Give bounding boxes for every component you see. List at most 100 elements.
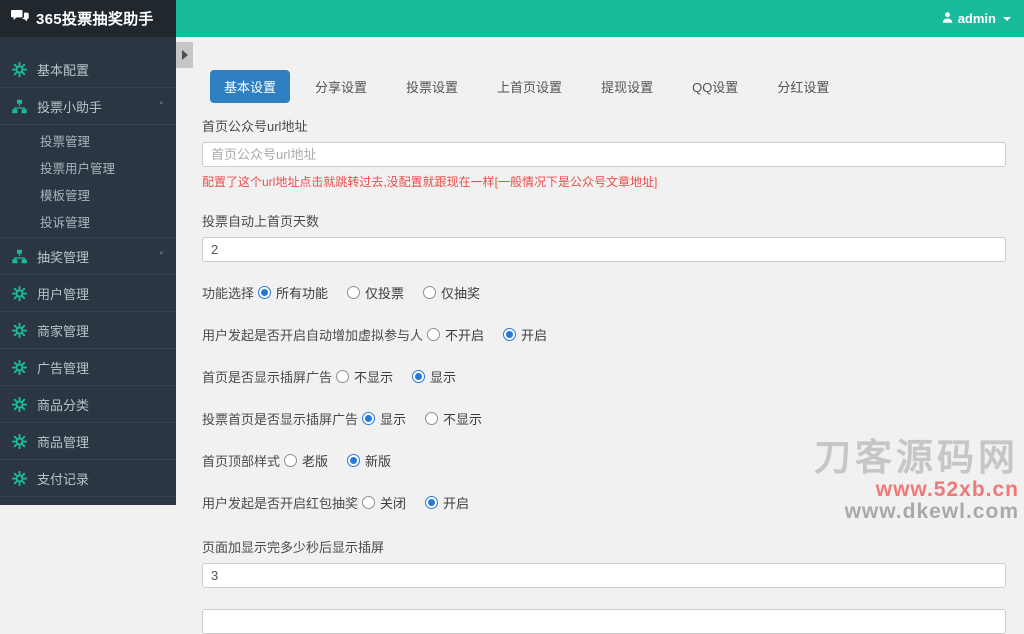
- url-field-hint: 配置了这个url地址点击就跳转过去,没配置就跟现在一样[一般情况下是公众号文章地…: [202, 175, 658, 189]
- radio-option-label: 显示: [380, 412, 407, 427]
- tab-2[interactable]: 投票设置: [392, 70, 472, 103]
- radio-selected-icon: [362, 412, 376, 425]
- radio-option-3-1[interactable]: 不显示: [425, 409, 482, 428]
- caret-down-icon: [1003, 16, 1011, 21]
- radio-option-4-1[interactable]: 新版: [347, 451, 391, 470]
- radio-selected-icon: [258, 286, 272, 299]
- user-icon: [941, 11, 954, 27]
- radio-selected-icon: [425, 496, 439, 509]
- days-field-label: 投票自动上首页天数: [202, 214, 320, 229]
- sidebar-item-3[interactable]: 用户管理: [0, 275, 176, 312]
- radio-option-2-0[interactable]: 不显示: [336, 367, 393, 386]
- sidebar-subitem-1-1[interactable]: 投票用户管理: [0, 154, 176, 181]
- sidebar-item-label: 商品管理: [37, 434, 90, 450]
- tab-5[interactable]: QQ设置: [678, 70, 752, 103]
- radio-option-label: 开启: [521, 328, 548, 343]
- radio-option-label: 开启: [443, 496, 470, 511]
- sidebar-item-label: 投票小助手: [37, 99, 103, 115]
- radio-row-0: 功能选择 所有功能 仅投票 仅抽奖: [202, 283, 1006, 302]
- radio-row-2: 首页是否显示插屏广告 不显示 显示: [202, 367, 1006, 386]
- radio-option-5-1[interactable]: 开启: [425, 493, 469, 512]
- radio-selected-icon: [347, 454, 361, 467]
- sidebar-item-8[interactable]: 支付记录: [0, 460, 176, 497]
- radio-option-0-0[interactable]: 所有功能: [258, 283, 328, 302]
- radio-option-5-0[interactable]: 关闭: [362, 493, 406, 512]
- delay-field-label: 页面加显示完多少秒后显示插屏: [202, 540, 385, 555]
- sidebar-subitem-1-2[interactable]: 模板管理: [0, 181, 176, 208]
- radio-option-label: 不开启: [445, 328, 485, 343]
- gear-icon: [12, 322, 27, 338]
- radio-row-4: 首页顶部样式 老版 新版: [202, 451, 1006, 470]
- form-group-days: 投票自动上首页天数: [202, 211, 1006, 262]
- radio-row-label: 投票首页是否显示插屏广告: [202, 412, 359, 427]
- radio-row-label: 用户发起是否开启红包抽奖: [202, 496, 359, 511]
- sidebar-collapse-toggle[interactable]: [176, 42, 193, 68]
- sidebar-item-label: 商家管理: [37, 323, 90, 339]
- radio-rows: 功能选择 所有功能 仅投票 仅抽奖 用户发起是否开启自动增加虚拟参与人 不开启 开启 首页是否…: [202, 283, 1006, 512]
- user-menu[interactable]: admin: [941, 0, 1011, 37]
- app-title: 365投票抽奖助手: [36, 11, 154, 28]
- sitemap-icon: [12, 99, 27, 114]
- form-group-url: 首页公众号url地址 配置了这个url地址点击就跳转过去,没配置就跟现在一样[一…: [202, 116, 1006, 190]
- radio-unselected-icon: [423, 286, 437, 299]
- radio-unselected-icon: [425, 412, 439, 425]
- gear-icon: [12, 285, 27, 301]
- gear-icon: [12, 470, 27, 486]
- radio-option-2-1[interactable]: 显示: [412, 367, 456, 386]
- settings-tabs: 基本设置 分享设置 投票设置 上首页设置 提现设置 QQ设置 分红设置: [210, 70, 1006, 103]
- radio-row-5: 用户发起是否开启红包抽奖 关闭 开启: [202, 493, 1006, 512]
- sidebar-item-0[interactable]: 基本配置: [0, 51, 176, 88]
- radio-row-3: 投票首页是否显示插屏广告 显示 不显示: [202, 409, 1006, 428]
- tab-4[interactable]: 提现设置: [587, 70, 667, 103]
- radio-row-label: 用户发起是否开启自动增加虚拟参与人: [202, 328, 424, 343]
- radio-row-label: 功能选择: [202, 286, 255, 301]
- radio-option-1-0[interactable]: 不开启: [427, 325, 484, 344]
- url-input[interactable]: [202, 142, 1006, 167]
- chevron-left-icon: ˂: [158, 249, 165, 263]
- radio-option-label: 仅投票: [365, 286, 405, 301]
- delay-input[interactable]: [202, 563, 1006, 588]
- days-input[interactable]: [202, 237, 1006, 262]
- username: admin: [957, 11, 996, 26]
- sidebar-submenu-1: 投票管理 投票用户管理 模板管理 投诉管理: [0, 125, 176, 238]
- radio-option-label: 关闭: [380, 496, 407, 511]
- sidebar-item-7[interactable]: 商品管理: [0, 423, 176, 460]
- arrow-right-icon: [181, 50, 188, 60]
- radio-option-label: 老版: [302, 454, 329, 469]
- sidebar-item-label: 商品分类: [37, 397, 90, 413]
- radio-option-0-1[interactable]: 仅投票: [347, 283, 404, 302]
- sidebar-item-label: 抽奖管理: [37, 249, 90, 265]
- form-group-next-partial: [202, 609, 1006, 634]
- radio-option-3-0[interactable]: 显示: [362, 409, 406, 428]
- sidebar-item-label: 用户管理: [37, 286, 90, 302]
- tab-6[interactable]: 分红设置: [763, 70, 843, 103]
- sidebar-item-1[interactable]: 投票小助手 ˅: [0, 88, 176, 125]
- sidebar-item-5[interactable]: 广告管理: [0, 349, 176, 386]
- tab-0[interactable]: 基本设置: [210, 70, 291, 103]
- chevron-down-icon: ˅: [158, 99, 165, 113]
- radio-option-label: 所有功能: [276, 286, 329, 301]
- gear-icon: [12, 61, 27, 77]
- sidebar-subitem-1-3[interactable]: 投诉管理: [0, 208, 176, 235]
- radio-unselected-icon: [347, 286, 361, 299]
- radio-row-label: 首页是否显示插屏广告: [202, 370, 333, 385]
- radio-option-4-0[interactable]: 老版: [284, 451, 328, 470]
- sidebar-subitem-1-0[interactable]: 投票管理: [0, 127, 176, 154]
- sidebar-item-2[interactable]: 抽奖管理 ˂: [0, 238, 176, 275]
- radio-option-1-1[interactable]: 开启: [503, 325, 547, 344]
- tab-1[interactable]: 分享设置: [301, 70, 381, 103]
- sidebar-menu: 基本配置投票小助手 ˅ 投票管理 投票用户管理 模板管理 投诉管理抽奖管理 ˂ 用户管理商家管…: [0, 37, 176, 497]
- radio-selected-icon: [412, 370, 426, 383]
- next-input-partial[interactable]: [202, 609, 1006, 634]
- radio-row-1: 用户发起是否开启自动增加虚拟参与人 不开启 开启: [202, 325, 1006, 344]
- gear-icon: [12, 433, 27, 449]
- sidebar-item-6[interactable]: 商品分类: [0, 386, 176, 423]
- brand[interactable]: 365投票抽奖助手: [0, 0, 176, 37]
- sidebar-item-4[interactable]: 商家管理: [0, 312, 176, 349]
- radio-unselected-icon: [427, 328, 441, 341]
- tab-3[interactable]: 上首页设置: [483, 70, 576, 103]
- radio-option-label: 不显示: [354, 370, 394, 385]
- form-group-delay: 页面加显示完多少秒后显示插屏: [202, 537, 1006, 588]
- sidebar-item-label: 基本配置: [37, 62, 90, 78]
- radio-option-0-2[interactable]: 仅抽奖: [423, 283, 480, 302]
